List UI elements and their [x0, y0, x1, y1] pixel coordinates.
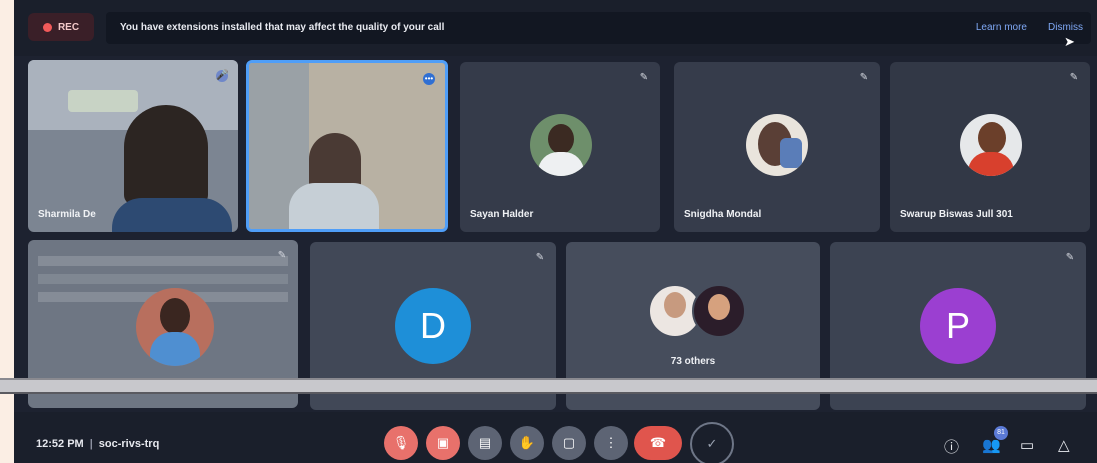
info-icon[interactable]: ⓘ — [944, 436, 959, 457]
more-options-icon: ⋮ — [604, 435, 618, 450]
present-icon: ▢ — [562, 435, 576, 450]
mic-off-icon: ✎ — [859, 72, 869, 83]
participant-tile[interactable]: ✎ Sayan Halder — [460, 62, 660, 232]
participant-tile[interactable]: 🎤 Sharmila De — [28, 60, 238, 232]
participant-name: Snigdha Mondal — [684, 209, 762, 220]
reaction-button[interactable]: ✓ — [690, 422, 734, 463]
dismiss-button[interactable]: Dismiss — [1048, 22, 1083, 33]
meeting-code: soc-rivs-trq — [98, 438, 160, 450]
participant-tile[interactable]: ✎ Snigdha Mondal — [674, 62, 880, 232]
person-shoulders — [289, 183, 379, 229]
camera-toggle-button[interactable]: ▣ — [426, 426, 460, 460]
mic-toggle-button[interactable]: 🎙 — [384, 426, 418, 460]
list-row — [38, 256, 288, 266]
others-count: 73 others — [670, 356, 716, 367]
record-dot-icon — [42, 22, 52, 32]
avatar-initial: D — [395, 288, 471, 364]
speaking-indicator-icon: ••• — [423, 73, 435, 85]
separator: | — [89, 438, 93, 450]
captions-icon: ▤ — [478, 435, 492, 450]
person-shoulders — [112, 198, 232, 232]
recording-indicator: REC — [28, 13, 94, 41]
avatar-shirt — [780, 138, 802, 168]
mic-off-icon: ✎ — [277, 250, 287, 261]
captions-button[interactable]: ▤ — [468, 426, 502, 460]
avatar — [960, 114, 1022, 176]
meeting-details: 12:52 PM | soc-rivs-trq — [36, 438, 159, 450]
bottom-bar: 12:52 PM | soc-rivs-trq 🎙 ▣ ▤ ✋ ▢ ⋮ ☎ ✓ ⓘ … — [14, 412, 1097, 463]
avatar-face — [548, 124, 574, 154]
check-icon: ✓ — [706, 436, 718, 451]
participant-tile-active[interactable]: ••• — [246, 60, 448, 232]
raise-hand-icon: ✋ — [518, 435, 536, 450]
end-call-button[interactable]: ☎ — [634, 426, 682, 460]
avatar-initial: P — [920, 288, 996, 364]
avatar-shirt — [150, 332, 200, 366]
participant-tile[interactable]: ✎ Swarup Biswas Jull 301 — [890, 62, 1090, 232]
mic-off-icon: 🎤 — [216, 70, 229, 82]
avatar — [692, 284, 746, 338]
rec-label: REC — [57, 21, 80, 33]
participant-name: Sharmila De — [38, 209, 96, 220]
more-options-button[interactable]: ⋮ — [594, 426, 628, 460]
participant-name: Sayan Halder — [470, 209, 534, 220]
end-call-icon: ☎ — [649, 435, 667, 450]
mouse-cursor-icon: ➤ — [1064, 34, 1075, 49]
screen-glare-bar — [0, 378, 1097, 394]
screen-window-fragment — [68, 90, 138, 112]
avatar-shirt — [968, 152, 1014, 176]
avatar — [136, 288, 214, 366]
mic-off-icon: ✎ — [1069, 72, 1079, 83]
camera-off-icon: ▣ — [436, 435, 450, 450]
mic-off-icon: ✎ — [535, 252, 545, 263]
person-video — [124, 105, 208, 205]
raise-hand-button[interactable]: ✋ — [510, 426, 544, 460]
chat-icon[interactable]: ▭ — [1020, 436, 1034, 454]
avatar-face — [160, 298, 190, 334]
learn-more-link[interactable]: Learn more — [976, 22, 1027, 33]
avatar-face — [978, 122, 1006, 154]
avatar-face — [664, 292, 686, 318]
avatar — [746, 114, 808, 176]
mic-off-icon: 🎙 — [392, 435, 410, 450]
notice-message: You have extensions installed that may a… — [120, 22, 445, 33]
mic-off-icon: ✎ — [639, 72, 649, 83]
extension-notice: You have extensions installed that may a… — [106, 12, 1091, 44]
avatar-shirt — [538, 152, 584, 176]
avatar — [530, 114, 592, 176]
avatar-face — [708, 294, 730, 320]
clock-time: 12:52 PM — [36, 438, 84, 450]
people-count-badge: 81 — [994, 426, 1008, 440]
top-bar: REC You have extensions installed that m… — [14, 0, 1097, 56]
participant-name: Swarup Biswas Jull 301 — [900, 209, 1013, 220]
activities-icon[interactable]: △ — [1058, 436, 1070, 454]
present-button[interactable]: ▢ — [552, 426, 586, 460]
mic-off-icon: ✎ — [1065, 252, 1075, 263]
list-row — [38, 274, 288, 284]
